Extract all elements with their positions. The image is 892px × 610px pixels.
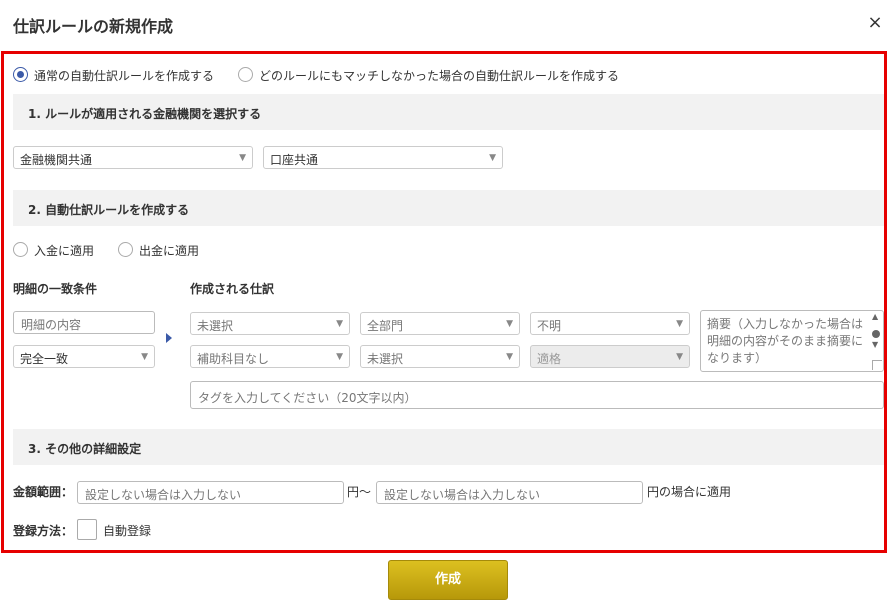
- memo-textarea[interactable]: 摘要（入力しなかった場合は明細の内容がそのまま摘要になります） ▲ ▼: [700, 310, 884, 372]
- radio-deposit[interactable]: [13, 242, 28, 257]
- chevron-down-icon: ▼: [141, 352, 148, 362]
- section1-title: 1. ルールが適用される金融機関を選択する: [28, 107, 262, 121]
- chevron-down-icon: ▼: [239, 153, 246, 163]
- arrow-right-icon: [166, 333, 172, 343]
- resize-handle-icon[interactable]: [872, 360, 882, 370]
- amount-range-label: 金額範囲：: [13, 485, 74, 499]
- chevron-down-icon: ▼: [506, 352, 513, 362]
- modal-title: 仕訳ルールの新規作成: [13, 17, 174, 36]
- match-type-value: 完全一致: [20, 352, 69, 366]
- chevron-down-icon: ▼: [676, 352, 683, 362]
- tax-value: 不明: [537, 319, 562, 333]
- section1-header: 1. ルールが適用される金融機関を選択する: [13, 94, 884, 130]
- tax-select[interactable]: 不明 ▼: [530, 312, 690, 335]
- section2-header: 2. 自動仕訳ルールを作成する: [13, 190, 884, 226]
- memo-placeholder: 摘要（入力しなかった場合は明細の内容がそのまま摘要になります）: [707, 317, 864, 365]
- invoice-type-select: 適格 ▼: [530, 345, 690, 368]
- amount-separator: 円〜: [347, 485, 372, 499]
- radio-fallback-rule[interactable]: [238, 67, 253, 82]
- radio-deposit-label: 入金に適用: [34, 244, 95, 258]
- memo-scrollbar[interactable]: ▲ ▼: [870, 312, 882, 359]
- institution-select[interactable]: 金融機関共通 ▼: [13, 146, 253, 169]
- department2-select[interactable]: 未選択 ▼: [360, 345, 520, 368]
- amount-suffix: 円の場合に適用: [647, 485, 732, 499]
- radio-normal-rule[interactable]: [13, 67, 28, 82]
- section3-header: 3. その他の詳細設定: [13, 429, 884, 465]
- department-value: 全部門: [367, 319, 404, 333]
- department-select[interactable]: 全部門 ▼: [360, 312, 520, 335]
- registration-method-label: 登録方法：: [13, 524, 74, 538]
- department2-value: 未選択: [367, 352, 404, 366]
- sub-account-value: 補助科目なし: [197, 352, 270, 366]
- match-condition-heading: 明細の一致条件: [13, 282, 98, 296]
- journal-entry-heading: 作成される仕訳: [190, 282, 275, 296]
- account-select-value: 口座共通: [270, 153, 319, 167]
- institution-select-value: 金融機関共通: [20, 153, 93, 167]
- chevron-down-icon: ▼: [336, 319, 343, 329]
- tag-input[interactable]: タグを入力してください（20文字以内）: [190, 381, 884, 409]
- scroll-up-icon[interactable]: ▲: [872, 312, 878, 321]
- detail-content-placeholder: 明細の内容: [21, 318, 82, 332]
- section2-title: 2. 自動仕訳ルールを作成する: [28, 203, 190, 217]
- invoice-type-value: 適格: [537, 352, 562, 366]
- tag-placeholder: タグを入力してください（20文字以内）: [198, 391, 417, 405]
- chevron-down-icon: ▼: [506, 319, 513, 329]
- radio-fallback-rule-label: どのルールにもマッチしなかった場合の自動仕訳ルールを作成する: [259, 69, 620, 83]
- create-button[interactable]: 作成: [388, 560, 508, 600]
- close-icon[interactable]: ×: [866, 12, 884, 34]
- radio-withdrawal-label: 出金に適用: [139, 244, 200, 258]
- amount-max-placeholder: 設定しない場合は入力しない: [384, 488, 541, 502]
- account-item-value: 未選択: [197, 319, 234, 333]
- amount-min-input[interactable]: 設定しない場合は入力しない: [77, 481, 344, 504]
- auto-register-label: 自動登録: [103, 524, 152, 538]
- chevron-down-icon: ▼: [676, 319, 683, 329]
- radio-normal-rule-label: 通常の自動仕訳ルールを作成する: [34, 69, 215, 83]
- chevron-down-icon: ▼: [336, 352, 343, 362]
- radio-withdrawal[interactable]: [118, 242, 133, 257]
- amount-max-input[interactable]: 設定しない場合は入力しない: [376, 481, 643, 504]
- detail-content-input[interactable]: 明細の内容: [13, 311, 155, 334]
- match-type-select[interactable]: 完全一致 ▼: [13, 345, 155, 368]
- chevron-down-icon: ▼: [489, 153, 496, 163]
- amount-min-placeholder: 設定しない場合は入力しない: [85, 488, 242, 502]
- account-item-select[interactable]: 未選択 ▼: [190, 312, 350, 335]
- scroll-down-icon[interactable]: ▼: [872, 340, 878, 349]
- account-select[interactable]: 口座共通 ▼: [263, 146, 503, 169]
- sub-account-select[interactable]: 補助科目なし ▼: [190, 345, 350, 368]
- auto-register-checkbox[interactable]: [77, 519, 97, 540]
- section3-title: 3. その他の詳細設定: [28, 442, 142, 456]
- scroll-thumb[interactable]: [872, 330, 880, 338]
